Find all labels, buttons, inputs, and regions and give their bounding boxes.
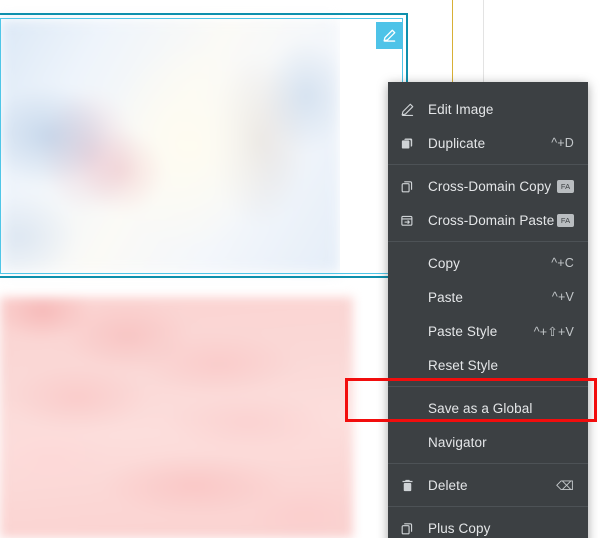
menu-item-label: Duplicate [428,135,486,151]
context-menu[interactable]: Edit Image Duplicate ^+D Cross-Domain Copy F… [388,82,588,538]
menu-item-shortcut: ^+⇧+V [533,324,574,339]
menu-item-copy[interactable]: Copy ^+C [388,246,588,280]
duplicate-icon [400,136,420,151]
menu-item-label: Paste [428,289,464,305]
menu-item-label: Cross-Domain Paste [428,212,555,228]
menu-item-label: Delete [428,477,468,493]
pencil-icon [382,28,397,43]
menu-item-plus-copy[interactable]: Plus Copy [388,511,588,538]
menu-item-paste-style[interactable]: Paste Style ^+⇧+V [388,314,588,348]
menu-item-label: Navigator [428,434,487,450]
menu-item-reset-style[interactable]: Reset Style [388,348,588,382]
menu-item-label: Reset Style [428,357,499,373]
menu-item-label: Plus Copy [428,520,491,536]
menu-item-shortcut: ^+C [551,256,574,270]
menu-item-label: Copy [428,255,460,271]
trash-icon [400,478,420,493]
menu-group: Cross-Domain Copy FA Cross-Domain Paste FA [388,165,588,241]
menu-item-label: Edit Image [428,101,494,117]
canvas-image-top[interactable] [0,19,340,273]
menu-group: Delete ⌫ [388,464,588,506]
app-canvas: Edit Image Duplicate ^+D Cross-Domain Copy F… [0,0,613,538]
menu-item-cross-domain-paste[interactable]: Cross-Domain Paste FA [388,203,588,237]
menu-item-badge: FA [557,213,574,227]
menu-item-edit-image[interactable]: Edit Image [388,92,588,126]
menu-item-label: Paste Style [428,323,498,339]
menu-item-cross-domain-copy[interactable]: Cross-Domain Copy FA [388,169,588,203]
canvas-image-bottom[interactable] [0,297,353,538]
menu-item-badge: FA [557,179,574,193]
menu-item-label: Cross-Domain Copy [428,178,552,194]
pencil-icon [400,102,420,117]
menu-item-delete[interactable]: Delete ⌫ [388,468,588,502]
menu-item-label: Save as a Global [428,400,533,416]
menu-group: Save as a Global Navigator [388,387,588,463]
menu-item-navigator[interactable]: Navigator [388,425,588,459]
menu-item-shortcut: ⌫ [556,478,574,493]
copy-icon [400,521,420,536]
menu-group: Edit Image Duplicate ^+D [388,88,588,164]
menu-item-save-as-a-global[interactable]: Save as a Global [388,391,588,425]
menu-item-paste[interactable]: Paste ^+V [388,280,588,314]
menu-item-duplicate[interactable]: Duplicate ^+D [388,126,588,160]
copy-icon [400,179,420,194]
menu-group: Plus CopyPlus Paste [388,507,588,538]
edit-image-button[interactable] [376,22,403,49]
paste-icon [400,213,420,228]
menu-item-shortcut: ^+V [551,290,574,304]
menu-item-shortcut: ^+D [551,136,574,150]
menu-group: Copy ^+C Paste ^+V Paste Style ^+⇧+V Reset Sty… [388,242,588,386]
